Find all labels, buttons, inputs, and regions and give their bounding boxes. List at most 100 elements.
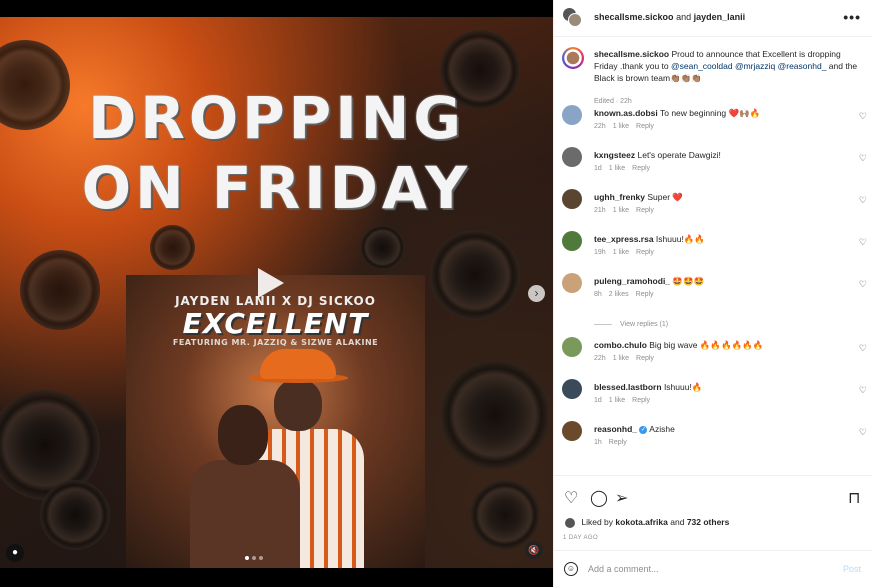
comment-text: To new beginning ❤️🙌🏽🔥 [659, 108, 761, 118]
caption-username[interactable]: shecallsme.sickoo [594, 49, 669, 59]
post-date: 1 DAY AGO [563, 535, 599, 541]
heart-icon[interactable]: ♡ [859, 195, 867, 206]
heart-icon[interactable]: ♡ [859, 111, 867, 122]
comment-time: 22h [594, 123, 606, 130]
comment-likes[interactable]: 1 like [613, 123, 629, 130]
comment-row: blessed.lastborn Ishuuu!🔥 1d 1 like Reply ♡ [562, 379, 867, 419]
bookmark-icon[interactable]: ⊓ [848, 488, 860, 508]
avatar[interactable] [568, 13, 582, 27]
avatar[interactable] [562, 379, 582, 399]
reply-button[interactable]: Reply [632, 165, 650, 172]
mention-link[interactable]: @sean_cooldad [671, 61, 733, 71]
liked-by-label: Liked by [581, 517, 614, 527]
comment-body: ughh_frenky Super ❤️ [594, 192, 683, 203]
speaker-graphic [40, 480, 110, 550]
avatar[interactable] [562, 147, 582, 167]
chevron-right-icon[interactable]: › [528, 285, 545, 302]
comment-meta: 1d 1 like Reply [594, 165, 657, 172]
header-username-2[interactable]: jayden_lanii [694, 12, 746, 22]
comment-username[interactable]: tee_xpress.rsa [594, 234, 654, 244]
post-button[interactable]: Post [843, 564, 861, 574]
liker-username[interactable]: kokota.afrika [615, 517, 667, 527]
reply-button[interactable]: Reply [632, 397, 650, 404]
comment-meta: 8h 2 likes Reply [594, 291, 661, 298]
comment-username[interactable]: ughh_frenky [594, 192, 645, 202]
comment-time: 21h [594, 207, 606, 214]
cover-title: EXCELLENT [182, 307, 369, 340]
avatar[interactable] [562, 189, 582, 209]
reply-button[interactable]: Reply [636, 355, 654, 362]
media-letterbox-bottom [0, 568, 553, 587]
reply-button[interactable]: Reply [636, 249, 654, 256]
comment-row: tee_xpress.rsa Ishuuu!🔥🔥 19h 1 like Reply ♡ [562, 231, 867, 271]
reply-button[interactable]: Reply [636, 291, 654, 298]
avatar[interactable] [562, 105, 582, 125]
comment-likes[interactable]: 1 like [609, 165, 625, 172]
likes-others[interactable]: 732 others [687, 517, 730, 527]
avatar[interactable] [562, 337, 582, 357]
heart-icon[interactable]: ♡ [859, 385, 867, 396]
comment-row: known.as.dobsi To new beginning ❤️🙌🏽🔥 22h… [562, 105, 867, 145]
media-letterbox-top [0, 0, 553, 17]
user-tag-icon[interactable]: ● [6, 544, 24, 562]
comment-icon[interactable]: ◯ [590, 488, 608, 508]
comment-likes[interactable]: 1 like [613, 355, 629, 362]
comment-username[interactable]: puleng_ramohodi_ [594, 276, 670, 286]
header-and: and [676, 12, 692, 22]
comment-time: 22h [594, 355, 606, 362]
heart-icon[interactable]: ♡ [859, 279, 867, 290]
comment-text: Let's operate Dawgizi! [637, 150, 721, 160]
comment-username[interactable]: blessed.lastborn [594, 382, 662, 392]
reply-button[interactable]: Reply [636, 123, 654, 130]
mention-link[interactable]: @mrjazziq [735, 61, 775, 71]
comment-username[interactable]: kxngsteez [594, 150, 635, 160]
comment-input[interactable] [588, 561, 828, 577]
avatar[interactable] [562, 231, 582, 251]
avatar[interactable] [562, 273, 582, 293]
paper-plane-icon[interactable]: ➢ [615, 488, 628, 508]
mention-link[interactable]: @reasonhd_ [778, 61, 827, 71]
ellipsis-icon[interactable]: ••• [843, 9, 861, 25]
headline-line-1: DROPPING [88, 84, 465, 152]
avatar[interactable] [562, 47, 584, 69]
comment-username[interactable]: reasonhd_ [594, 424, 637, 434]
heart-icon[interactable]: ♡ [564, 488, 578, 508]
heart-icon[interactable]: ♡ [859, 343, 867, 354]
heart-icon[interactable]: ♡ [859, 153, 867, 164]
comment-likes[interactable]: 1 like [613, 249, 629, 256]
likes-summary: Liked by kokota.afrika and 732 others [565, 517, 729, 528]
smiley-icon[interactable]: ☺ [564, 562, 578, 576]
comment-likes[interactable]: 1 like [609, 397, 625, 404]
comment-body: tee_xpress.rsa Ishuuu!🔥🔥 [594, 234, 705, 245]
play-icon[interactable] [258, 268, 284, 298]
comments-scroll-area[interactable]: shecallsme.sickoo Proud to announce that… [554, 37, 872, 475]
heart-icon[interactable]: ♡ [859, 427, 867, 438]
comment-likes[interactable]: 2 likes [609, 291, 629, 298]
header-username-1[interactable]: shecallsme.sickoo [594, 12, 674, 22]
reply-button[interactable]: Reply [609, 439, 627, 446]
comment-username[interactable]: combo.chulo [594, 340, 647, 350]
heart-icon[interactable]: ♡ [859, 237, 867, 248]
avatar[interactable] [562, 421, 582, 441]
reply-button[interactable]: Reply [636, 207, 654, 214]
view-replies-button[interactable]: View replies (1) [594, 321, 668, 328]
post-side-panel: shecallsme.sickoo and jayden_lanii ••• s… [553, 0, 872, 587]
muted-speaker-icon[interactable]: 🔇 [525, 541, 543, 559]
comment-time: 1d [594, 165, 602, 172]
comment-username[interactable]: known.as.dobsi [594, 108, 658, 118]
verified-badge-icon: ✓ [639, 425, 648, 434]
comment-text: Azishe [649, 424, 675, 434]
comment-text: Super ❤️ [647, 192, 684, 202]
comment-time: 8h [594, 291, 602, 298]
speaker-graphic [20, 250, 100, 330]
comment-body: reasonhd_ ✓ Azishe [594, 424, 675, 434]
cover-featuring: FEATURING MR. JAZZIQ & SIZWE ALAKINE [172, 338, 379, 347]
comment-text: Ishuuu!🔥🔥 [655, 234, 705, 244]
carousel-dot [245, 556, 249, 560]
post-actions: ♡ ◯ ➢ ⊓ Liked by kokota.afrika and 732 o… [554, 475, 872, 550]
carousel-dot [259, 556, 263, 560]
avatar [565, 517, 575, 528]
comment-row: reasonhd_ ✓ Azishe 1h Reply ♡ [562, 421, 867, 461]
speaker-graphic [470, 480, 540, 550]
comment-likes[interactable]: 1 like [613, 207, 629, 214]
